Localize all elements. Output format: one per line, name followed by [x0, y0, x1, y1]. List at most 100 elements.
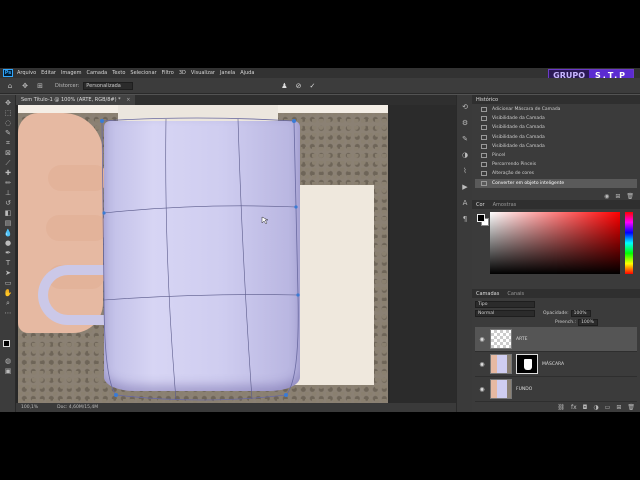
layer-filter-select[interactable]: Tipo — [475, 301, 535, 308]
menu-camada[interactable]: Camada — [86, 70, 107, 76]
close-tab-icon[interactable]: × — [126, 97, 130, 103]
layer-style-icon[interactable]: fx — [571, 404, 577, 411]
type-tool-icon[interactable]: T — [3, 259, 13, 267]
history-panel-icon[interactable]: ⟲ — [460, 103, 470, 112]
stamp-tool-icon[interactable]: ⊥ — [3, 189, 13, 197]
actions-panel-icon[interactable]: ▶ — [460, 183, 470, 192]
add-mask-icon[interactable]: ◘ — [583, 404, 588, 411]
more-tools-icon[interactable]: ⋯ — [3, 309, 13, 317]
pen-tool-icon[interactable]: ✒ — [3, 249, 13, 257]
frame-tool-icon[interactable]: ⊠ — [3, 149, 13, 157]
foreground-color[interactable] — [3, 340, 10, 347]
layer-mask-thumbnail[interactable] — [516, 354, 538, 374]
visibility-eye-icon[interactable]: ◉ — [478, 386, 486, 393]
lasso-tool-icon[interactable]: ◌ — [3, 119, 13, 127]
gradient-tool-icon[interactable]: ▤ — [3, 219, 13, 227]
hue-slider[interactable] — [625, 212, 633, 274]
quick-mask-icon[interactable]: ◍ — [3, 357, 13, 365]
new-layer-icon[interactable]: ⊞ — [616, 404, 621, 411]
menu-janela[interactable]: Janela — [220, 70, 235, 76]
history-item[interactable]: Visibilidade da Camada — [475, 133, 637, 142]
history-item[interactable]: Visibilidade da Camada — [475, 142, 637, 151]
glyphs-panel-icon[interactable]: ¶ — [460, 215, 470, 224]
eyedropper-tool-icon[interactable]: ⟋ — [3, 159, 13, 167]
crop-tool-icon[interactable]: ⌗ — [3, 139, 13, 147]
trash-icon[interactable]: 🗑 — [626, 193, 634, 200]
warp-handle[interactable] — [296, 293, 300, 297]
layer-row-fundo[interactable]: ◉ FUNDO — [475, 377, 637, 402]
link-layers-icon[interactable]: ⛓ — [557, 404, 565, 411]
history-item[interactable]: Alteração de cores — [475, 169, 637, 178]
blend-mode-select[interactable]: Normal — [475, 310, 535, 317]
healing-tool-icon[interactable]: ✚ — [3, 169, 13, 177]
foreground-swatch[interactable] — [477, 214, 485, 222]
warp-split-icon[interactable]: ⊞ — [35, 81, 45, 91]
brush-panel-icon[interactable]: ✎ — [460, 135, 470, 144]
visibility-eye-icon[interactable]: ◉ — [478, 336, 486, 343]
history-item[interactable]: Visibilidade da Camada — [475, 114, 637, 123]
move-icon[interactable]: ✥ — [20, 81, 30, 91]
paths-panel-icon[interactable]: ⌇ — [460, 167, 470, 176]
distort-select[interactable]: Personalizada — [83, 81, 134, 90]
warp-handle[interactable] — [114, 393, 118, 397]
adjustments-panel-icon[interactable]: ◑ — [460, 151, 470, 160]
history-item[interactable]: Pincel — [475, 151, 637, 160]
history-item[interactable]: Percorrendo Pinceis — [475, 160, 637, 169]
path-select-tool-icon[interactable]: ➤ — [3, 269, 13, 277]
warp-grid[interactable] — [16, 105, 456, 403]
marquee-tool-icon[interactable]: ⬚ — [3, 109, 13, 117]
zoom-tool-icon[interactable]: ⌕ — [3, 299, 13, 307]
group-icon[interactable]: ▭ — [605, 404, 611, 411]
blur-tool-icon[interactable]: 💧 — [3, 229, 13, 237]
history-brush-tool-icon[interactable]: ↺ — [3, 199, 13, 207]
brush-tool-icon[interactable]: ✏ — [3, 179, 13, 187]
warp-handle[interactable] — [284, 393, 288, 397]
zoom-level[interactable]: 100,1% — [21, 405, 38, 410]
character-panel-icon[interactable]: A — [460, 199, 470, 208]
cancel-transform-icon[interactable]: ⊘ — [296, 82, 302, 90]
dodge-tool-icon[interactable]: ● — [3, 239, 13, 247]
history-item[interactable]: Visibilidade da Camada — [475, 123, 637, 132]
menu-ajuda[interactable]: Ajuda — [240, 70, 254, 76]
opacity-input[interactable]: 100% — [570, 310, 591, 317]
tab-color[interactable]: Cor — [472, 202, 489, 208]
tab-history[interactable]: Histórico — [472, 97, 502, 103]
document-tab[interactable]: Sem Título-1 @ 100% (ARTE, RGB/8#) * × — [16, 95, 136, 105]
snapshot-icon[interactable]: ◉ — [604, 193, 609, 200]
puppet-icon[interactable]: ♟ — [281, 82, 287, 90]
menu-filtro[interactable]: Filtro — [162, 70, 174, 76]
history-item[interactable]: Adicionar Máscara de Camada — [475, 105, 637, 114]
menu-selecionar[interactable]: Selecionar — [130, 70, 156, 76]
menu-arquivo[interactable]: Arquivo — [17, 70, 36, 76]
visibility-eye-icon[interactable]: ◉ — [478, 361, 486, 368]
warp-handle[interactable] — [294, 205, 298, 209]
canvas-area[interactable] — [16, 105, 456, 403]
eraser-tool-icon[interactable]: ◧ — [3, 209, 13, 217]
warp-handle[interactable] — [292, 119, 296, 123]
menu-imagem[interactable]: Imagem — [61, 70, 82, 76]
tab-channels[interactable]: Canais — [503, 291, 528, 297]
new-document-icon[interactable]: ⊞ — [615, 193, 620, 200]
delete-layer-icon[interactable]: 🗑 — [627, 404, 635, 411]
shape-tool-icon[interactable]: ▭ — [3, 279, 13, 287]
adjustment-layer-icon[interactable]: ◑ — [593, 404, 598, 411]
commit-transform-icon[interactable]: ✓ — [309, 82, 315, 90]
history-item-active[interactable]: Converter em objeto inteligente — [475, 178, 637, 188]
layer-row-mascara[interactable]: ◉ MÁSCARA — [475, 352, 637, 377]
properties-panel-icon[interactable]: ⚙ — [460, 119, 470, 128]
menu-editar[interactable]: Editar — [41, 70, 56, 76]
tab-layers[interactable]: Camadas — [472, 291, 503, 297]
layer-row-arte[interactable]: ◉ ARTE — [475, 327, 637, 352]
quick-select-tool-icon[interactable]: ✎ — [3, 129, 13, 137]
hand-tool-icon[interactable]: ✋ — [3, 289, 13, 297]
foreground-background-swatch[interactable] — [3, 340, 13, 350]
tab-swatches[interactable]: Amostras — [489, 202, 521, 208]
menu-visualizar[interactable]: Visualizar — [191, 70, 215, 76]
fill-input[interactable]: 100% — [578, 319, 599, 326]
warp-handle[interactable] — [100, 119, 104, 123]
menu-3d[interactable]: 3D — [179, 70, 186, 76]
move-tool-icon[interactable]: ✥ — [3, 99, 13, 107]
color-picker-field[interactable] — [490, 212, 620, 274]
menu-texto[interactable]: Texto — [112, 70, 125, 76]
screen-mode-icon[interactable]: ▣ — [3, 367, 13, 375]
